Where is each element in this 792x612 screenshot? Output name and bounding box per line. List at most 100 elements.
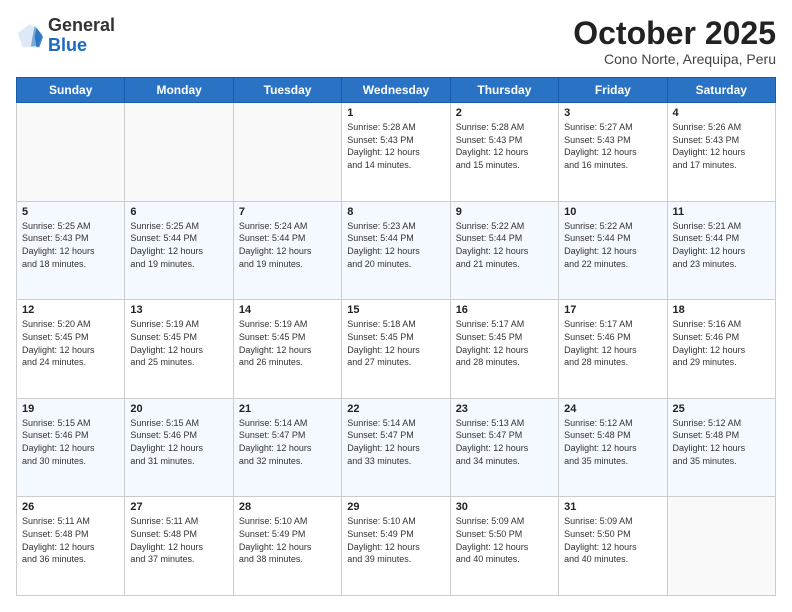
day-cell: 6 Sunrise: 5:25 AM Sunset: 5:44 PM Daylig… bbox=[125, 201, 233, 300]
day-number: 11 bbox=[673, 206, 770, 218]
day-info: Sunrise: 5:11 AM Sunset: 5:48 PM Dayligh… bbox=[130, 515, 227, 565]
day-info: Sunrise: 5:17 AM Sunset: 5:45 PM Dayligh… bbox=[456, 318, 553, 368]
day-cell: 3Sunrise: 5:27 AM Sunset: 5:43 PM Daylig… bbox=[559, 103, 667, 202]
day-number: 14 bbox=[239, 304, 336, 316]
day-info: Sunrise: 5:09 AM Sunset: 5:50 PM Dayligh… bbox=[564, 515, 661, 565]
day-cell: 5Sunrise: 5:25 AM Sunset: 5:43 PM Daylig… bbox=[17, 201, 125, 300]
day-cell: 15 Sunrise: 5:18 AM Sunset: 5:45 PM Dayli… bbox=[342, 300, 450, 399]
day-info: Sunrise: 5:14 AM Sunset: 5:47 PM Dayligh… bbox=[347, 417, 444, 467]
day-info: Sunrise: 5:19 AM Sunset: 5:45 PM Dayligh… bbox=[239, 318, 336, 368]
day-number: 10 bbox=[564, 206, 661, 218]
day-header-row: Sunday Monday Tuesday Wednesday Thursday… bbox=[17, 78, 776, 103]
month-title: October 2025 bbox=[573, 16, 776, 51]
day-info: Sunrise: 5:17 AM Sunset: 5:46 PM Dayligh… bbox=[564, 318, 661, 368]
day-cell: 14 Sunrise: 5:19 AM Sunset: 5:45 PM Dayli… bbox=[233, 300, 341, 399]
day-info: Sunrise: 5:22 AM Sunset: 5:44 PM Dayligh… bbox=[564, 220, 661, 270]
day-info: Sunrise: 5:25 AM Sunset: 5:44 PM Dayligh… bbox=[130, 220, 227, 270]
day-number: 6 bbox=[130, 206, 227, 218]
day-cell: 23 Sunrise: 5:13 AM Sunset: 5:47 PM Dayli… bbox=[450, 398, 558, 497]
day-info: Sunrise: 5:10 AM Sunset: 5:49 PM Dayligh… bbox=[347, 515, 444, 565]
day-info: Sunrise: 5:15 AM Sunset: 5:46 PM Dayligh… bbox=[22, 417, 119, 467]
day-number: 28 bbox=[239, 501, 336, 513]
day-number: 2 bbox=[456, 107, 553, 119]
title-block: October 2025 Cono Norte, Arequipa, Peru bbox=[573, 16, 776, 67]
header: General Blue October 2025 Cono Norte, Ar… bbox=[16, 16, 776, 67]
header-monday: Monday bbox=[125, 78, 233, 103]
day-cell: 20 Sunrise: 5:15 AM Sunset: 5:46 PM Dayli… bbox=[125, 398, 233, 497]
day-number: 15 bbox=[347, 304, 444, 316]
day-info: Sunrise: 5:14 AM Sunset: 5:47 PM Dayligh… bbox=[239, 417, 336, 467]
day-cell: 28 Sunrise: 5:10 AM Sunset: 5:49 PM Dayli… bbox=[233, 497, 341, 596]
day-number: 13 bbox=[130, 304, 227, 316]
day-number: 19 bbox=[22, 403, 119, 415]
day-cell: 25Sunrise: 5:12 AM Sunset: 5:48 PM Dayli… bbox=[667, 398, 775, 497]
day-cell: 13Sunrise: 5:19 AM Sunset: 5:45 PM Dayli… bbox=[125, 300, 233, 399]
day-info: Sunrise: 5:28 AM Sunset: 5:43 PM Dayligh… bbox=[456, 121, 553, 171]
page: General Blue October 2025 Cono Norte, Ar… bbox=[0, 0, 792, 612]
header-friday: Friday bbox=[559, 78, 667, 103]
day-info: Sunrise: 5:23 AM Sunset: 5:44 PM Dayligh… bbox=[347, 220, 444, 270]
day-number: 27 bbox=[130, 501, 227, 513]
week-row: 5Sunrise: 5:25 AM Sunset: 5:43 PM Daylig… bbox=[17, 201, 776, 300]
day-info: Sunrise: 5:12 AM Sunset: 5:48 PM Dayligh… bbox=[564, 417, 661, 467]
day-cell: 10 Sunrise: 5:22 AM Sunset: 5:44 PM Dayli… bbox=[559, 201, 667, 300]
day-number: 4 bbox=[673, 107, 770, 119]
day-cell: 26Sunrise: 5:11 AM Sunset: 5:48 PM Dayli… bbox=[17, 497, 125, 596]
week-row: 12Sunrise: 5:20 AM Sunset: 5:45 PM Dayli… bbox=[17, 300, 776, 399]
day-cell bbox=[233, 103, 341, 202]
day-cell: 17 Sunrise: 5:17 AM Sunset: 5:46 PM Dayli… bbox=[559, 300, 667, 399]
week-row: 26Sunrise: 5:11 AM Sunset: 5:48 PM Dayli… bbox=[17, 497, 776, 596]
day-cell: 24 Sunrise: 5:12 AM Sunset: 5:48 PM Dayli… bbox=[559, 398, 667, 497]
day-cell: 21Sunrise: 5:14 AM Sunset: 5:47 PM Dayli… bbox=[233, 398, 341, 497]
day-cell: 29Sunrise: 5:10 AM Sunset: 5:49 PM Dayli… bbox=[342, 497, 450, 596]
day-cell: 7Sunrise: 5:24 AM Sunset: 5:44 PM Daylig… bbox=[233, 201, 341, 300]
day-info: Sunrise: 5:16 AM Sunset: 5:46 PM Dayligh… bbox=[673, 318, 770, 368]
day-cell: 18Sunrise: 5:16 AM Sunset: 5:46 PM Dayli… bbox=[667, 300, 775, 399]
header-thursday: Thursday bbox=[450, 78, 558, 103]
day-number: 5 bbox=[22, 206, 119, 218]
day-cell: 30 Sunrise: 5:09 AM Sunset: 5:50 PM Dayli… bbox=[450, 497, 558, 596]
day-number: 1 bbox=[347, 107, 444, 119]
day-number: 7 bbox=[239, 206, 336, 218]
day-cell: 19 Sunrise: 5:15 AM Sunset: 5:46 PM Dayli… bbox=[17, 398, 125, 497]
day-cell: 9Sunrise: 5:22 AM Sunset: 5:44 PM Daylig… bbox=[450, 201, 558, 300]
day-number: 17 bbox=[564, 304, 661, 316]
day-number: 12 bbox=[22, 304, 119, 316]
day-number: 30 bbox=[456, 501, 553, 513]
logo-general: General bbox=[48, 16, 115, 36]
location: Cono Norte, Arequipa, Peru bbox=[573, 51, 776, 67]
day-info: Sunrise: 5:09 AM Sunset: 5:50 PM Dayligh… bbox=[456, 515, 553, 565]
day-number: 16 bbox=[456, 304, 553, 316]
day-info: Sunrise: 5:21 AM Sunset: 5:44 PM Dayligh… bbox=[673, 220, 770, 270]
logo-blue: Blue bbox=[48, 36, 115, 56]
day-info: Sunrise: 5:10 AM Sunset: 5:49 PM Dayligh… bbox=[239, 515, 336, 565]
day-cell: 4 Sunrise: 5:26 AM Sunset: 5:43 PM Daylig… bbox=[667, 103, 775, 202]
day-number: 23 bbox=[456, 403, 553, 415]
day-info: Sunrise: 5:28 AM Sunset: 5:43 PM Dayligh… bbox=[347, 121, 444, 171]
day-cell bbox=[125, 103, 233, 202]
logo-text: General Blue bbox=[48, 16, 115, 56]
day-number: 3 bbox=[564, 107, 661, 119]
day-info: Sunrise: 5:13 AM Sunset: 5:47 PM Dayligh… bbox=[456, 417, 553, 467]
day-cell: 11 Sunrise: 5:21 AM Sunset: 5:44 PM Dayli… bbox=[667, 201, 775, 300]
header-wednesday: Wednesday bbox=[342, 78, 450, 103]
day-number: 24 bbox=[564, 403, 661, 415]
header-saturday: Saturday bbox=[667, 78, 775, 103]
day-number: 31 bbox=[564, 501, 661, 513]
day-cell: 31 Sunrise: 5:09 AM Sunset: 5:50 PM Dayli… bbox=[559, 497, 667, 596]
day-cell: 27 Sunrise: 5:11 AM Sunset: 5:48 PM Dayli… bbox=[125, 497, 233, 596]
day-number: 20 bbox=[130, 403, 227, 415]
day-cell bbox=[17, 103, 125, 202]
header-sunday: Sunday bbox=[17, 78, 125, 103]
day-info: Sunrise: 5:18 AM Sunset: 5:45 PM Dayligh… bbox=[347, 318, 444, 368]
day-info: Sunrise: 5:26 AM Sunset: 5:43 PM Dayligh… bbox=[673, 121, 770, 171]
day-number: 22 bbox=[347, 403, 444, 415]
header-tuesday: Tuesday bbox=[233, 78, 341, 103]
day-number: 8 bbox=[347, 206, 444, 218]
day-cell: 1 Sunrise: 5:28 AM Sunset: 5:43 PM Daylig… bbox=[342, 103, 450, 202]
week-row: 1 Sunrise: 5:28 AM Sunset: 5:43 PM Daylig… bbox=[17, 103, 776, 202]
day-cell: 8 Sunrise: 5:23 AM Sunset: 5:44 PM Daylig… bbox=[342, 201, 450, 300]
day-info: Sunrise: 5:15 AM Sunset: 5:46 PM Dayligh… bbox=[130, 417, 227, 467]
day-cell: 16 Sunrise: 5:17 AM Sunset: 5:45 PM Dayli… bbox=[450, 300, 558, 399]
day-cell: 22 Sunrise: 5:14 AM Sunset: 5:47 PM Dayli… bbox=[342, 398, 450, 497]
